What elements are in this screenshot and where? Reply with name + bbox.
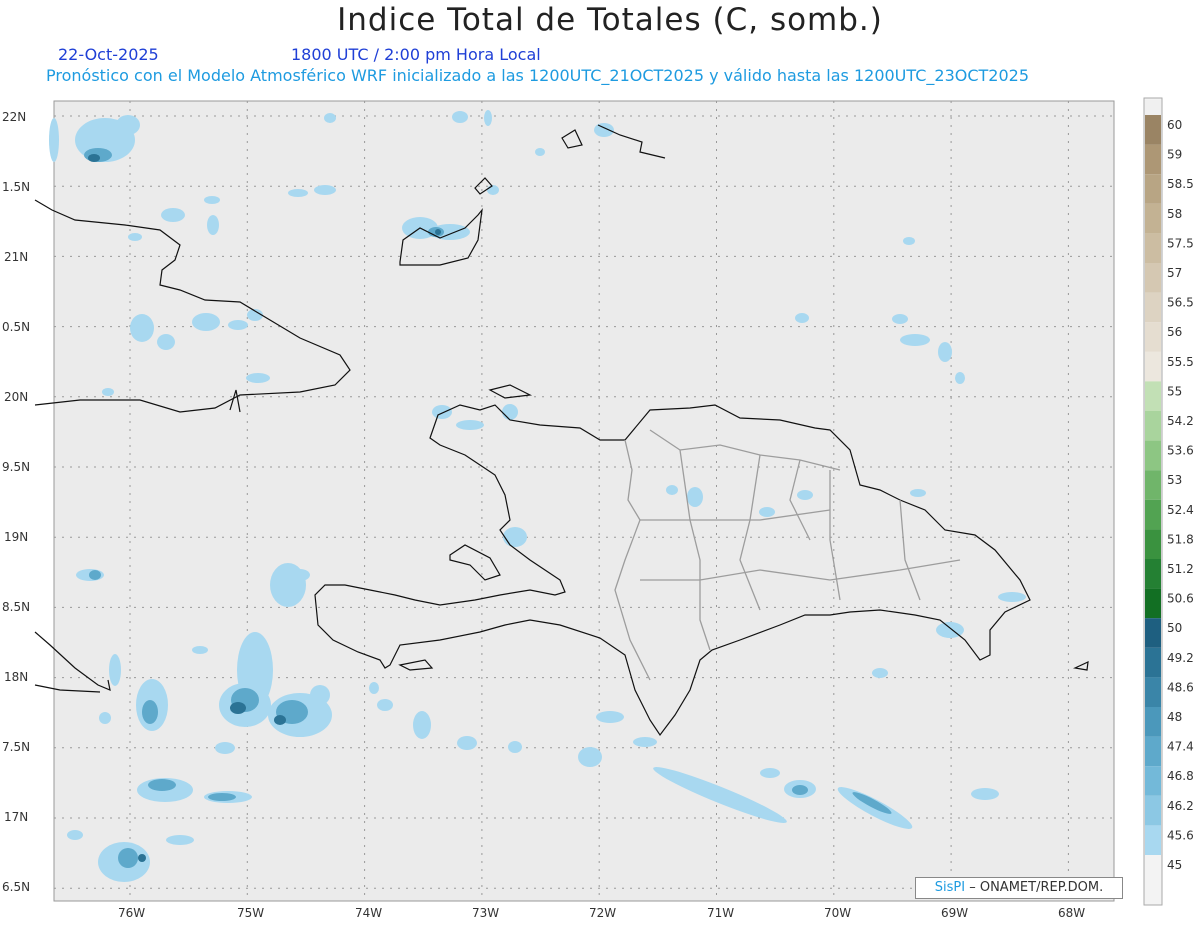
colorbar-segment [1145, 736, 1161, 767]
colorbar-label: 50.6 [1167, 592, 1194, 606]
lon-label-68w: 68W [1058, 906, 1085, 920]
lat-label-19n: 19N [4, 530, 28, 544]
colorbar-segment [1145, 559, 1161, 589]
colorbar-label: 56.5 [1167, 296, 1194, 310]
colorbar-segment [1145, 647, 1161, 678]
colorbar-label: 55.5 [1167, 355, 1194, 369]
colorbar-label: 48 [1167, 710, 1182, 724]
colorbar-label: 57 [1167, 266, 1182, 280]
lat-label-19-5n: 9.5N [2, 460, 30, 474]
colorbar-segment [1145, 795, 1161, 826]
credit-text: – ONAMET/REP.DOM. [965, 880, 1104, 895]
lat-label-17n: 17N [4, 810, 28, 824]
colorbar-segment [1145, 825, 1161, 855]
colorbar-segment [1145, 588, 1161, 619]
colorbar-segment [1145, 529, 1161, 559]
lon-label-71w: 71W [707, 906, 734, 920]
colorbar-segment [1145, 381, 1161, 411]
colorbar-label: 45.6 [1167, 828, 1194, 842]
lon-label-70w: 70W [824, 906, 851, 920]
colorbar-label: 53.6 [1167, 444, 1194, 458]
colorbar-segment [1145, 707, 1161, 737]
lat-label-17-5n: 7.5N [2, 740, 30, 754]
colorbar-label: 52.4 [1167, 503, 1194, 517]
colorbar-label: 49.2 [1167, 651, 1194, 665]
lat-label-20-5n: 0.5N [2, 320, 30, 334]
colorbar-label: 56 [1167, 325, 1182, 339]
sispi-logo: SisPI [934, 880, 966, 895]
lon-label-73w: 73W [472, 906, 499, 920]
colorbar-segment [1145, 677, 1161, 707]
colorbar-segment [1145, 411, 1161, 441]
colorbar-label: 47.4 [1167, 740, 1194, 754]
lat-label-16-5n: 6.5N [2, 880, 30, 894]
colorbar: 60 59 58.5 58 57.5 57 56.5 56 55.5 55 54.2 53.6 53 52… [1145, 100, 1194, 872]
colorbar-segment [1145, 144, 1161, 175]
weather-map: 22N 1.5N 21N 0.5N 20N 9.5N 19N 8.5N 18N … [2, 97, 1194, 920]
colorbar-label: 55 [1167, 384, 1182, 398]
lon-label-74w: 74W [355, 906, 382, 920]
colorbar-segment [1145, 174, 1161, 204]
colorbar-label: 59 [1167, 148, 1182, 162]
credit-box: SisPI – ONAMET/REP.DOM. [915, 877, 1123, 899]
colorbar-segment [1145, 292, 1161, 323]
colorbar-label: 50 [1167, 621, 1182, 635]
lon-label-75w: 75W [237, 906, 264, 920]
colorbar-segment [1145, 203, 1161, 234]
lon-label-69w: 69W [941, 906, 968, 920]
colorbar-label: 58 [1167, 207, 1182, 221]
colorbar-segment [1145, 322, 1161, 352]
colorbar-segment [1145, 263, 1161, 293]
colorbar-segment [1145, 115, 1161, 145]
colorbar-segment [1145, 499, 1161, 530]
lat-label-20n: 20N [4, 390, 28, 404]
lon-label-76w: 76W [118, 906, 145, 920]
lat-label-18-5n: 8.5N [2, 600, 30, 614]
colorbar-label: 53 [1167, 473, 1182, 487]
colorbar-segment [1145, 440, 1161, 471]
colorbar-segment [1145, 351, 1161, 382]
colorbar-label: 58.5 [1167, 177, 1194, 191]
colorbar-segment [1145, 618, 1161, 648]
colorbar-label: 46.8 [1167, 769, 1194, 783]
colorbar-segment [1145, 766, 1161, 796]
colorbar-label: 46.2 [1167, 799, 1194, 813]
colorbar-label: 57.5 [1167, 236, 1194, 250]
colorbar-label: 51.8 [1167, 532, 1194, 546]
lat-label-21n: 21N [4, 250, 28, 264]
colorbar-segment [1145, 233, 1161, 263]
colorbar-label: 51.2 [1167, 562, 1194, 576]
colorbar-label: 54.2 [1167, 414, 1194, 428]
lon-label-72w: 72W [589, 906, 616, 920]
colorbar-label: 48.6 [1167, 680, 1194, 694]
colorbar-label: 60 [1167, 118, 1182, 132]
colorbar-segment [1145, 100, 1161, 115]
colorbar-label: 45 [1167, 858, 1182, 872]
lat-label-21-5n: 1.5N [2, 180, 30, 194]
lat-label-18n: 18N [4, 670, 28, 684]
lat-label-22n: 22N [2, 110, 26, 124]
colorbar-segment [1145, 470, 1161, 500]
